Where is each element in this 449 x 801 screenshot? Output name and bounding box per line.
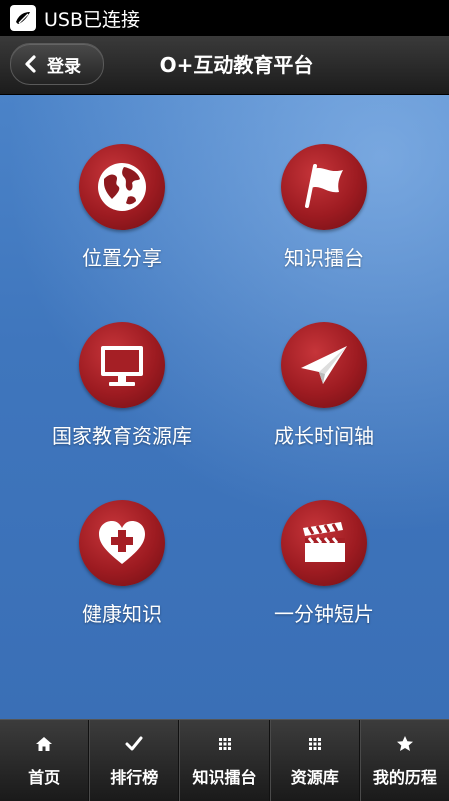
tile-label: 成长时间轴 bbox=[274, 424, 374, 448]
grid-icon bbox=[218, 737, 231, 750]
monitor-icon bbox=[79, 322, 165, 408]
bottom-tab-bar: 首页 排行榜 知识擂台 资源库 我的历程 bbox=[0, 719, 449, 801]
home-icon bbox=[36, 736, 53, 751]
heart-cross-icon bbox=[79, 500, 165, 586]
globe-icon bbox=[79, 144, 165, 230]
tile-location-share[interactable]: 位置分享 bbox=[22, 144, 222, 271]
tab-home[interactable]: 首页 bbox=[0, 720, 90, 801]
grid-icon bbox=[308, 737, 321, 750]
page-title: O+互动教育平台 bbox=[159, 53, 314, 77]
tile-label: 知识擂台 bbox=[284, 246, 364, 270]
clapperboard-icon bbox=[281, 500, 367, 586]
flag-icon bbox=[281, 144, 367, 230]
tile-growth-timeline[interactable]: 成长时间轴 bbox=[224, 322, 424, 449]
tile-national-resources[interactable]: 国家教育资源库 bbox=[22, 322, 222, 449]
tab-label: 我的历程 bbox=[372, 767, 437, 787]
tile-label: 健康知识 bbox=[82, 602, 162, 626]
tile-knowledge-arena[interactable]: 知识擂台 bbox=[224, 144, 424, 271]
paper-plane-icon bbox=[281, 322, 367, 408]
tile-health-knowledge[interactable]: 健康知识 bbox=[22, 500, 222, 627]
check-icon bbox=[125, 736, 143, 750]
tab-label: 知识擂台 bbox=[192, 767, 257, 787]
tab-label: 排行榜 bbox=[110, 767, 159, 787]
tab-ranking[interactable]: 排行榜 bbox=[89, 720, 180, 801]
tile-label: 位置分享 bbox=[82, 246, 162, 270]
main-grid: 位置分享 知识擂台 国家教育资源库 成长时间轴 健康知识 一分钟短片 bbox=[0, 95, 449, 719]
status-bar: USB已连接 bbox=[0, 0, 449, 36]
usb-debug-icon bbox=[10, 5, 36, 31]
tab-label: 资源库 bbox=[290, 767, 339, 787]
tab-my-history[interactable]: 我的历程 bbox=[359, 720, 449, 801]
star-icon bbox=[396, 735, 413, 751]
tab-knowledge-arena[interactable]: 知识擂台 bbox=[179, 720, 270, 801]
tab-label: 首页 bbox=[28, 767, 61, 787]
header-bar: 登录 O+互动教育平台 bbox=[0, 36, 449, 95]
tile-one-minute-video[interactable]: 一分钟短片 bbox=[224, 500, 424, 627]
tab-resources[interactable]: 资源库 bbox=[269, 720, 360, 801]
tile-label: 一分钟短片 bbox=[274, 602, 374, 626]
status-text: USB已连接 bbox=[44, 8, 141, 31]
tile-label: 国家教育资源库 bbox=[52, 424, 192, 448]
